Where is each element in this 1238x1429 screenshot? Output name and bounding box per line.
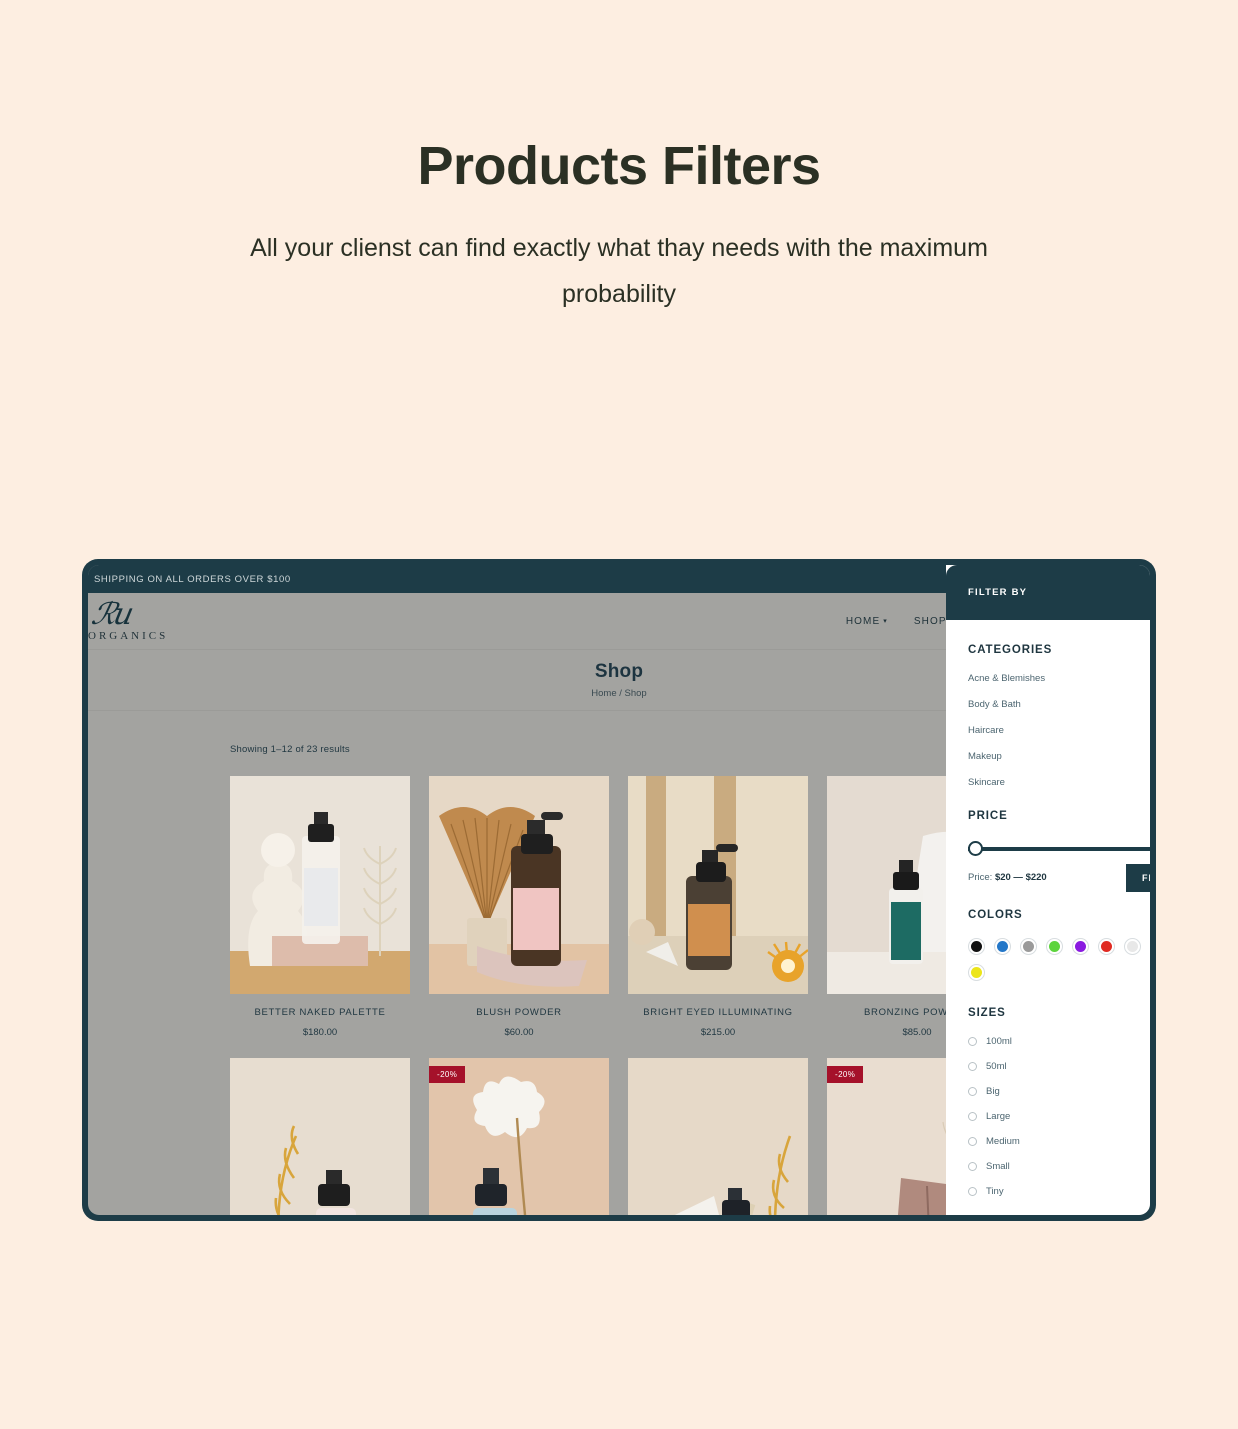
radio-icon <box>968 1112 977 1121</box>
radio-icon <box>968 1162 977 1171</box>
announcement-text: SHIPPING ON ALL ORDERS OVER $100 <box>94 573 291 585</box>
radio-icon <box>968 1037 977 1046</box>
color-swatch-list <box>968 938 1150 981</box>
filter-drawer-header: FILTER BY <box>946 565 1150 620</box>
sale-badge: -20% <box>429 1066 466 1083</box>
price-prefix: Price: <box>968 872 993 883</box>
categories-list: Acne & Blemishes Body & Bath Haircare Ma… <box>968 673 1128 788</box>
color-swatch-blue[interactable] <box>994 938 1011 955</box>
site-logo[interactable]: ℛ𝑢 ORGANICS <box>88 597 168 642</box>
banner-title: Shop <box>594 661 644 682</box>
color-swatch-red[interactable] <box>1098 938 1115 955</box>
size-option-small[interactable]: Small <box>968 1161 1128 1172</box>
product-card[interactable]: BLUSH POWDER $60.00 <box>429 776 609 1038</box>
size-option-medium[interactable]: Medium <box>968 1136 1128 1147</box>
site-viewport: SHIPPING ON ALL ORDERS OVER $100 Sign In… <box>88 565 1150 1215</box>
swatch-dot <box>1127 941 1138 952</box>
price-title: PRICE <box>968 810 1008 822</box>
product-price: $180.00 <box>302 1027 338 1038</box>
sale-badge: -20% <box>827 1066 864 1083</box>
product-card[interactable] <box>230 1058 410 1215</box>
breadcrumb[interactable]: Home / Shop <box>591 688 646 699</box>
size-option-50ml[interactable]: 50ml <box>968 1061 1128 1072</box>
sizes-title: SIZES <box>968 1007 1006 1019</box>
product-name: BETTER NAKED PALETTE <box>254 1007 386 1018</box>
product-price: $215.00 <box>700 1027 736 1038</box>
categories-title: CATEGORIES <box>968 644 1053 656</box>
swatch-dot <box>1101 941 1112 952</box>
color-swatch-green[interactable] <box>1046 938 1063 955</box>
price-slider[interactable] <box>968 839 1150 859</box>
product-image <box>230 1058 410 1215</box>
swatch-dot <box>971 941 982 952</box>
category-item-makeup[interactable]: Makeup <box>968 751 1128 762</box>
product-card[interactable]: -20% <box>429 1058 609 1215</box>
swatch-dot <box>971 967 982 978</box>
radio-icon <box>968 1137 977 1146</box>
color-swatch-gray[interactable] <box>1020 938 1037 955</box>
apply-filter-button[interactable]: FILTER <box>1126 864 1150 892</box>
product-image <box>230 776 410 994</box>
sizes-list: 100ml 50ml Big Large Medium Small Tiny <box>968 1036 1128 1197</box>
category-item-body-bath[interactable]: Body & Bath <box>968 699 1128 710</box>
price-slider-handle[interactable] <box>968 841 983 856</box>
page-title: Products Filters <box>417 136 821 196</box>
filter-drawer-body: CATEGORIES Acne & Blemishes Body & Bath … <box>946 620 1150 1215</box>
price-range-value: $20 — $220 <box>994 872 1047 883</box>
page-subtitle: All your clienst can find exactly what t… <box>250 234 988 309</box>
size-option-large[interactable]: Large <box>968 1111 1128 1122</box>
product-price: $60.00 <box>504 1027 534 1038</box>
chevron-down-icon: ▾ <box>883 617 888 625</box>
swatch-dot <box>1075 941 1086 952</box>
price-row: Price: $20 — $220 FILTER <box>968 864 1150 892</box>
filter-drawer: FILTER BY CATEGORIES Acne & Blemishes Bo… <box>946 565 1150 1215</box>
filter-by-title: FILTER BY <box>968 587 1028 598</box>
color-swatch-white[interactable] <box>1124 938 1141 955</box>
browser-mockup: SHIPPING ON ALL ORDERS OVER $100 Sign In… <box>82 559 1156 1221</box>
results-count: Showing 1–12 of 23 results <box>230 744 350 755</box>
product-card[interactable] <box>628 1058 808 1215</box>
product-name: BRIGHT EYED ILLUMINATING <box>643 1007 793 1018</box>
colors-title: COLORS <box>968 909 1023 921</box>
product-image <box>429 776 609 994</box>
product-name: BLUSH POWDER <box>476 1007 562 1018</box>
radio-icon <box>968 1087 977 1096</box>
category-item-acne-blemishes[interactable]: Acne & Blemishes <box>968 673 1128 684</box>
logo-script-mark: ℛ𝑢 <box>88 597 136 632</box>
price-range-label: Price: $20 — $220 <box>968 872 1047 883</box>
product-image <box>628 776 808 994</box>
product-image: -20% <box>429 1058 609 1215</box>
swatch-dot <box>1023 941 1034 952</box>
radio-icon <box>968 1062 977 1071</box>
color-swatch-black[interactable] <box>968 938 985 955</box>
swatch-dot <box>1049 941 1060 952</box>
color-swatch-purple[interactable] <box>1072 938 1089 955</box>
size-option-big[interactable]: Big <box>968 1086 1128 1097</box>
price-slider-track <box>968 847 1150 851</box>
swatch-dot <box>997 941 1008 952</box>
nav-item-home[interactable]: HOME ▾ <box>846 616 888 627</box>
size-option-100ml[interactable]: 100ml <box>968 1036 1128 1047</box>
product-card[interactable]: BRIGHT EYED ILLUMINATING $215.00 <box>628 776 808 1038</box>
product-card[interactable]: BETTER NAKED PALETTE $180.00 <box>230 776 410 1038</box>
product-image <box>628 1058 808 1215</box>
category-item-skincare[interactable]: Skincare <box>968 777 1128 788</box>
size-option-tiny[interactable]: Tiny <box>968 1186 1128 1197</box>
category-item-haircare[interactable]: Haircare <box>968 725 1128 736</box>
radio-icon <box>968 1187 977 1196</box>
logo-wordmark: ORGANICS <box>88 630 169 642</box>
color-swatch-yellow[interactable] <box>968 964 985 981</box>
